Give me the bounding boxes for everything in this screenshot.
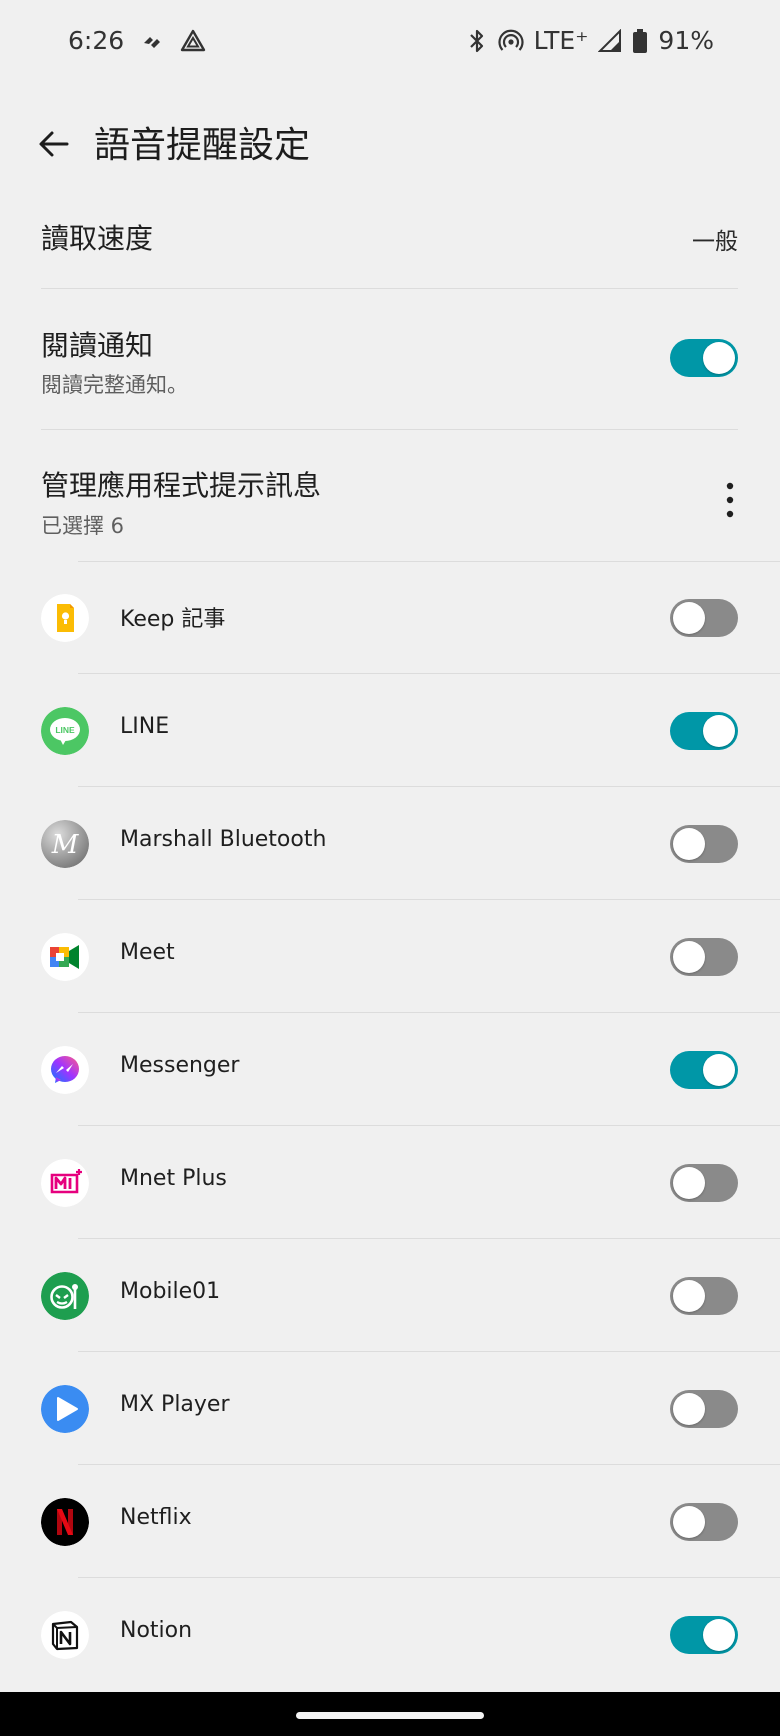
netflix-icon — [41, 1498, 89, 1546]
divider — [78, 1125, 780, 1126]
switch-knob — [673, 941, 705, 973]
divider — [78, 1577, 780, 1578]
divider — [78, 1464, 780, 1465]
more-vert-icon — [726, 482, 734, 518]
switch-knob — [673, 1280, 705, 1312]
switch-knob — [673, 1167, 705, 1199]
switch-knob — [673, 1506, 705, 1538]
app-item-notion[interactable]: Notion — [0, 1579, 780, 1691]
read-notifications-desc: 閱讀完整通知。 — [41, 373, 188, 397]
messenger-icon — [41, 1046, 89, 1094]
keep-icon — [41, 594, 89, 642]
status-bar: 6:26 LTE⁺ 91% — [0, 0, 780, 90]
bluetooth-icon — [466, 28, 488, 54]
manage-apps-selected-count: 已選擇 6 — [41, 514, 125, 538]
app-name: Marshall Bluetooth — [120, 827, 327, 852]
switch-knob — [673, 602, 705, 634]
read-speed-label: 讀取速度 — [41, 222, 154, 255]
app-toggle-mnet-plus[interactable] — [670, 1164, 738, 1202]
mobile01-icon — [41, 1272, 89, 1320]
status-left: 6:26 — [68, 26, 206, 55]
status-time: 6:26 — [68, 26, 125, 55]
read-speed-row[interactable]: 讀取速度 一般 — [0, 190, 780, 288]
app-item-mx-player[interactable]: MX Player — [0, 1353, 780, 1465]
read-notifications-switch[interactable] — [670, 339, 738, 377]
app-item-mobile01[interactable]: Mobile01 — [0, 1240, 780, 1352]
app-name: Mnet Plus — [120, 1166, 227, 1191]
hotspot-icon — [498, 28, 524, 54]
swirl-notification-icon — [140, 29, 164, 53]
switch-knob — [703, 1619, 735, 1651]
app-toggle-netflix[interactable] — [670, 1503, 738, 1541]
divider — [78, 673, 780, 674]
app-item-messenger[interactable]: Messenger — [0, 1014, 780, 1126]
status-right: LTE⁺ 91% — [466, 26, 714, 55]
notion-icon — [41, 1611, 89, 1659]
network-type: LTE⁺ — [533, 26, 589, 55]
app-name: MX Player — [120, 1392, 230, 1417]
more-options-button[interactable] — [710, 470, 750, 530]
manage-apps-row[interactable]: 管理應用程式提示訊息 已選擇 6 — [0, 430, 780, 562]
navigation-bar — [0, 1692, 780, 1736]
battery-icon — [632, 28, 648, 54]
app-name: Netflix — [120, 1505, 192, 1530]
divider — [78, 1351, 780, 1352]
switch-knob — [703, 1054, 735, 1086]
svg-text:LINE: LINE — [55, 725, 75, 735]
app-item-marshall-bluetooth[interactable]: M Marshall Bluetooth — [0, 788, 780, 900]
app-name: Keep 記事 — [120, 607, 226, 632]
app-item-netflix[interactable]: Netflix — [0, 1466, 780, 1578]
back-button[interactable] — [24, 114, 84, 174]
app-name: Notion — [120, 1618, 193, 1643]
switch-knob — [703, 715, 735, 747]
mx-player-icon — [41, 1385, 89, 1433]
marshall-icon: M — [41, 820, 89, 868]
battery-level: 91% — [658, 26, 714, 55]
divider — [78, 899, 780, 900]
home-gesture-handle[interactable] — [296, 1712, 484, 1719]
read-speed-value: 一般 — [692, 229, 738, 255]
back-arrow-icon — [39, 131, 69, 157]
app-item-meet[interactable]: Meet — [0, 901, 780, 1013]
app-bar: 語音提醒設定 — [0, 100, 780, 180]
meet-icon — [41, 933, 89, 981]
line-icon: LINE — [41, 707, 89, 755]
manage-apps-label: 管理應用程式提示訊息 — [41, 469, 322, 502]
app-item-mnet-plus[interactable]: Mnet Plus — [0, 1127, 780, 1239]
svg-text:M: M — [51, 830, 80, 860]
app-toggle-marshall-bluetooth[interactable] — [670, 825, 738, 863]
app-toggle-notion[interactable] — [670, 1616, 738, 1654]
triangle-notification-icon — [180, 28, 206, 54]
switch-knob — [673, 1393, 705, 1425]
app-toggle-mx-player[interactable] — [670, 1390, 738, 1428]
app-toggle-keep[interactable] — [670, 599, 738, 637]
page-title: 語音提醒設定 — [94, 125, 311, 166]
app-name: Mobile01 — [120, 1279, 221, 1304]
app-item-line[interactable]: LINE LINE — [0, 675, 780, 787]
read-notifications-label: 閱讀通知 — [41, 329, 154, 362]
divider — [78, 1012, 780, 1013]
app-name: Messenger — [120, 1053, 240, 1078]
app-toggle-line[interactable] — [670, 712, 738, 750]
signal-icon — [598, 28, 622, 53]
app-toggle-mobile01[interactable] — [670, 1277, 738, 1315]
switch-knob — [703, 342, 735, 374]
read-notifications-row[interactable]: 閱讀通知 閱讀完整通知。 — [0, 289, 780, 429]
app-name: LINE — [120, 714, 170, 739]
app-name: Meet — [120, 940, 175, 965]
divider — [78, 1238, 780, 1239]
mnet-plus-icon — [41, 1159, 89, 1207]
app-toggle-meet[interactable] — [670, 938, 738, 976]
switch-knob — [673, 828, 705, 860]
app-toggle-messenger[interactable] — [670, 1051, 738, 1089]
divider — [78, 786, 780, 787]
app-item-keep[interactable]: Keep 記事 — [0, 562, 780, 674]
